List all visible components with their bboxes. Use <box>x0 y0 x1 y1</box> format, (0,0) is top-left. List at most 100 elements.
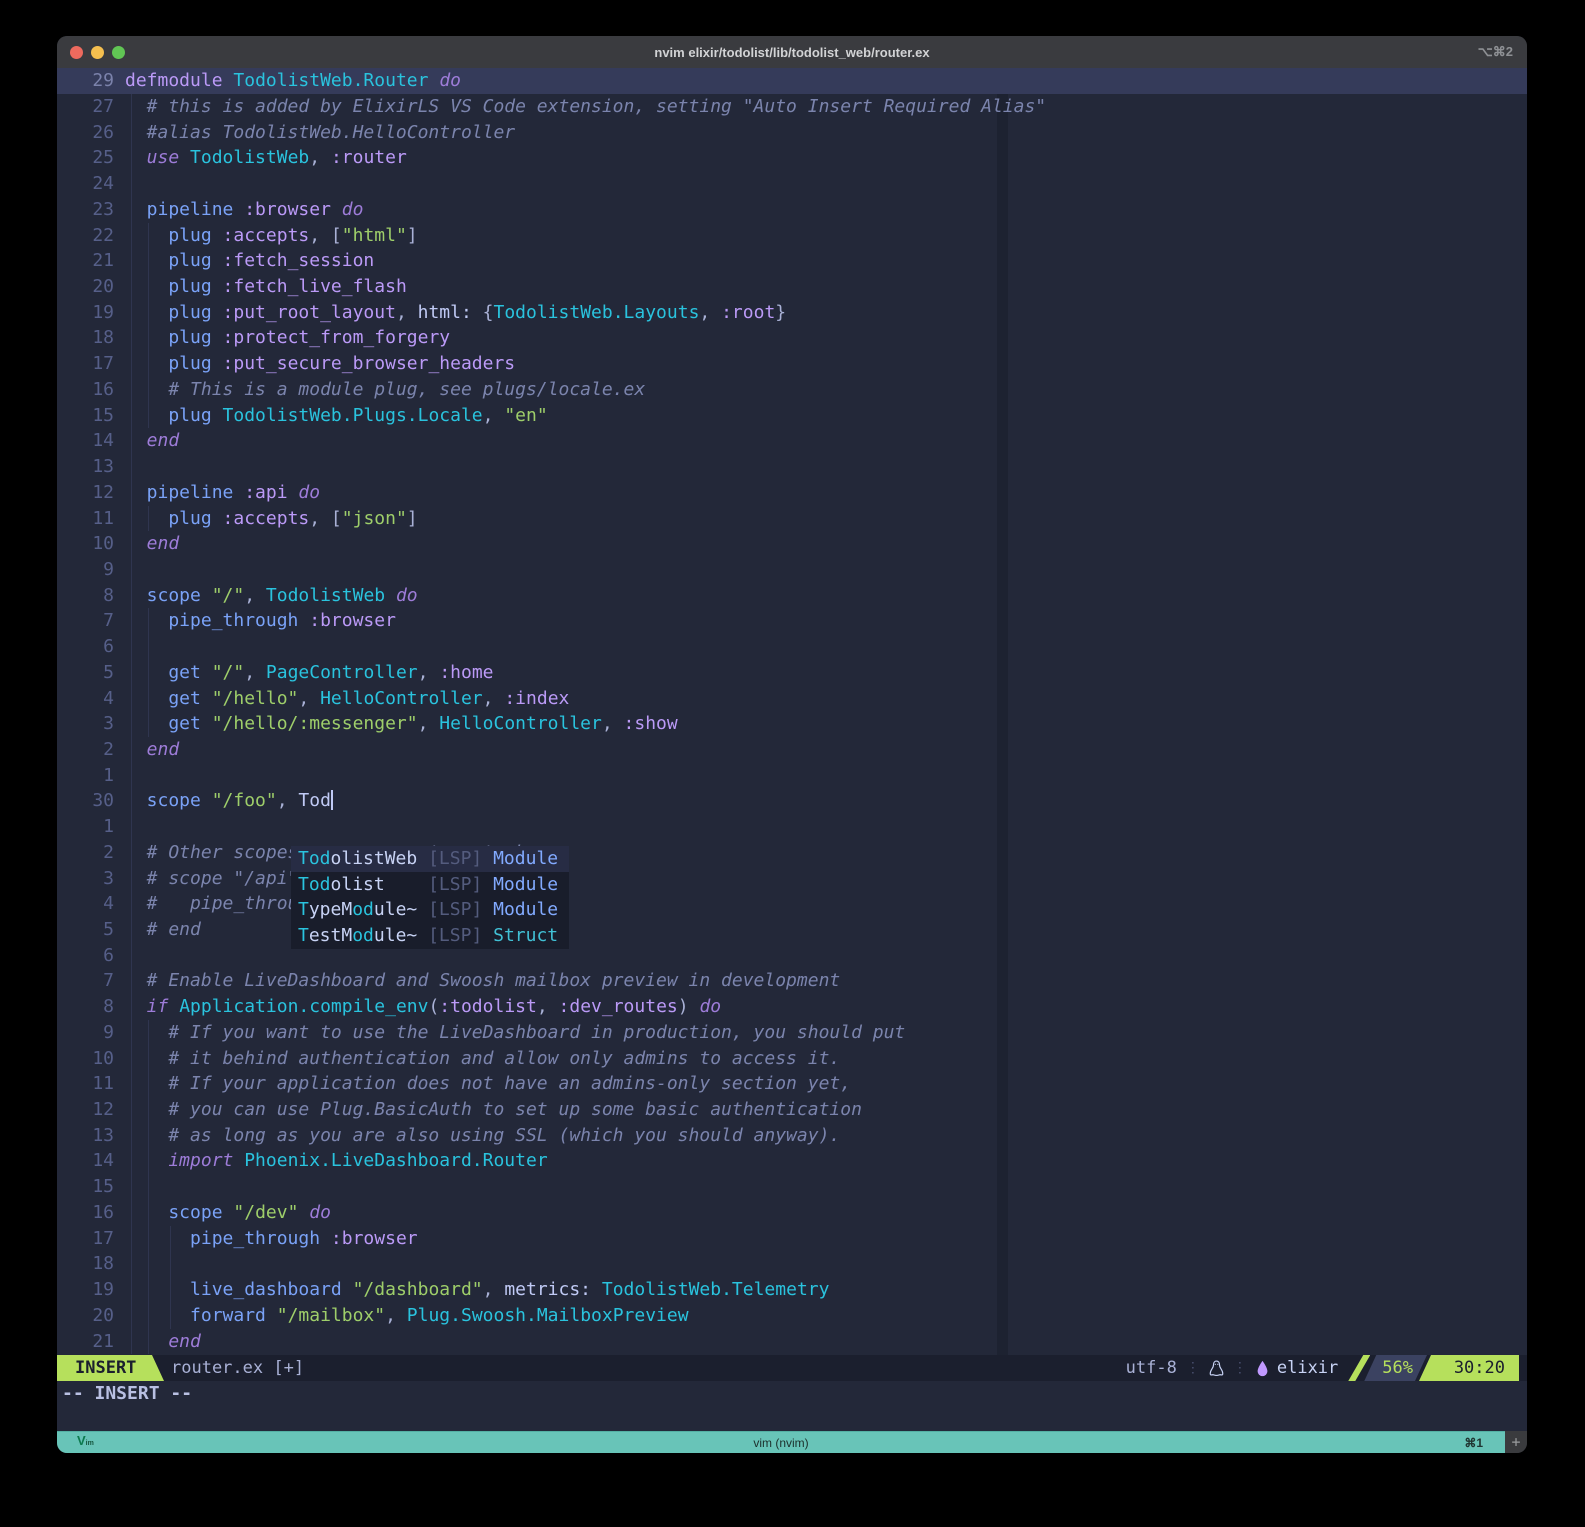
indent-guide <box>131 428 132 454</box>
command-message-line: -- INSERT -- <box>57 1381 1527 1407</box>
indent-guide <box>131 1329 132 1355</box>
indent-guide <box>131 274 132 300</box>
code-text: import Phoenix.LiveDashboard.Router <box>125 1148 1527 1174</box>
code-text <box>125 814 1527 840</box>
indent-guide <box>170 1226 171 1252</box>
line-number: 19 <box>57 1277 125 1303</box>
code-text: get "/hello/:messenger", HelloController… <box>125 711 1527 737</box>
line-number: 1 <box>57 763 125 789</box>
indent-guide <box>131 1277 132 1303</box>
line-number: 14 <box>57 428 125 454</box>
window-title: nvim elixir/todolist/lib/todolist_web/ro… <box>57 45 1527 60</box>
indent-guide <box>131 300 132 326</box>
indent-guide <box>131 994 132 1020</box>
completion-item[interactable]: TestModule~ [LSP] Struct <box>291 923 569 949</box>
code-text: pipe_through :browser <box>125 1226 1527 1252</box>
indent-guide <box>148 506 149 532</box>
code-line: 2 end <box>57 737 1527 763</box>
code-text: use TodolistWeb, :router <box>125 145 1527 171</box>
editor-area[interactable]: 29defmodule TodolistWeb.Router do 27 # t… <box>57 68 1527 1417</box>
line-number: 12 <box>57 1097 125 1123</box>
iterm-tab-bar: Vim vim (nvim) ⌘1 + <box>57 1431 1527 1453</box>
tab-shortcut: ⌘1 <box>1464 1436 1483 1450</box>
indent-guide <box>148 300 149 326</box>
indent-guide <box>170 1277 171 1303</box>
line-number: 8 <box>57 994 125 1020</box>
window-shortcut: ⌥⌘2 <box>1478 44 1513 60</box>
completion-item[interactable]: TypeModule~ [LSP] Module <box>291 897 569 923</box>
code-text: # as long as you are also using SSL (whi… <box>125 1123 1527 1149</box>
filetype-label: elixir <box>1277 1358 1338 1378</box>
code-line: 5 get "/", PageController, :home <box>57 660 1527 686</box>
code-line: 16 scope "/dev" do <box>57 1200 1527 1226</box>
line-number: 15 <box>57 403 125 429</box>
indent-guide <box>170 1251 171 1277</box>
code-text: scope "/dev" do <box>125 1200 1527 1226</box>
line-number: 17 <box>57 351 125 377</box>
code-text: pipeline :browser do <box>125 197 1527 223</box>
indent-guide <box>131 1123 132 1149</box>
indent-guide <box>131 686 132 712</box>
indent-guide <box>131 1148 132 1174</box>
scroll-percent: 56% <box>1364 1355 1427 1381</box>
line-number: 30 <box>57 788 125 814</box>
indent-guide <box>131 1020 132 1046</box>
line-number: 2 <box>57 737 125 763</box>
indent-guide <box>131 737 132 763</box>
indent-guide <box>131 1200 132 1226</box>
indent-guide <box>131 608 132 634</box>
code-line: 1 <box>57 814 1527 840</box>
completion-item[interactable]: TodolistWeb [LSP] Module <box>291 846 569 872</box>
code-line: 12 pipeline :api do <box>57 480 1527 506</box>
tab-title: vim (nvim) <box>57 1436 1505 1450</box>
code-rows: 27 # this is added by ElixirLS VS Code e… <box>57 94 1527 1354</box>
indent-guide <box>148 325 149 351</box>
code-line: 23 pipeline :browser do <box>57 197 1527 223</box>
line-number: 3 <box>57 711 125 737</box>
insert-cursor <box>331 790 333 810</box>
code-text: # you can use Plug.BasicAuth to set up s… <box>125 1097 1527 1123</box>
statusline-separator: ⋮ <box>1186 1360 1200 1376</box>
titlebar[interactable]: nvim elixir/todolist/lib/todolist_web/ro… <box>57 36 1527 68</box>
indent-guide <box>131 917 132 943</box>
completion-item[interactable]: Todolist [LSP] Module <box>291 872 569 898</box>
code-text: end <box>125 737 1527 763</box>
code-line: 14 end <box>57 428 1527 454</box>
line-number: 10 <box>57 1046 125 1072</box>
line-number: 5 <box>57 917 125 943</box>
indent-guide <box>131 325 132 351</box>
line-number: 7 <box>57 608 125 634</box>
indent-guide <box>148 351 149 377</box>
line-number: 18 <box>57 1251 125 1277</box>
tab-vim[interactable]: Vim vim (nvim) ⌘1 <box>57 1431 1505 1453</box>
code-line: 13 <box>57 454 1527 480</box>
code-line: 22 plug :accepts, ["html"] <box>57 223 1527 249</box>
indent-guide <box>148 1226 149 1252</box>
code-text: end <box>125 531 1527 557</box>
code-text <box>125 557 1527 583</box>
line-number: 17 <box>57 1226 125 1252</box>
code-text <box>125 1251 1527 1277</box>
indent-guide <box>131 814 132 840</box>
code-line: 18 plug :protect_from_forgery <box>57 325 1527 351</box>
line-number: 11 <box>57 1071 125 1097</box>
code-line: 17 plug :put_secure_browser_headers <box>57 351 1527 377</box>
code-line: 3 get "/hello/:messenger", HelloControll… <box>57 711 1527 737</box>
cursor-position: 30:20 <box>1419 1355 1519 1381</box>
new-tab-button[interactable]: + <box>1505 1431 1527 1453</box>
code-text: plug :put_root_layout, html: {TodolistWe… <box>125 300 1527 326</box>
code-line: 8 scope "/", TodolistWeb do <box>57 583 1527 609</box>
indent-guide <box>131 480 132 506</box>
code-text: # Enable LiveDashboard and Swoosh mailbo… <box>125 968 1527 994</box>
code-line: 21 end <box>57 1329 1527 1355</box>
indent-guide <box>148 1071 149 1097</box>
terminal-window: nvim elixir/todolist/lib/todolist_web/ro… <box>57 36 1527 1453</box>
line-number: 16 <box>57 377 125 403</box>
statusline-filename: router.ex [+] <box>171 1358 304 1378</box>
code-line: 8 if Application.compile_env(:todolist, … <box>57 994 1527 1020</box>
indent-guide <box>170 1303 171 1329</box>
line-number: 20 <box>57 1303 125 1329</box>
indent-guide <box>131 866 132 892</box>
completion-kind: Struct <box>493 925 558 946</box>
line-number: 10 <box>57 531 125 557</box>
